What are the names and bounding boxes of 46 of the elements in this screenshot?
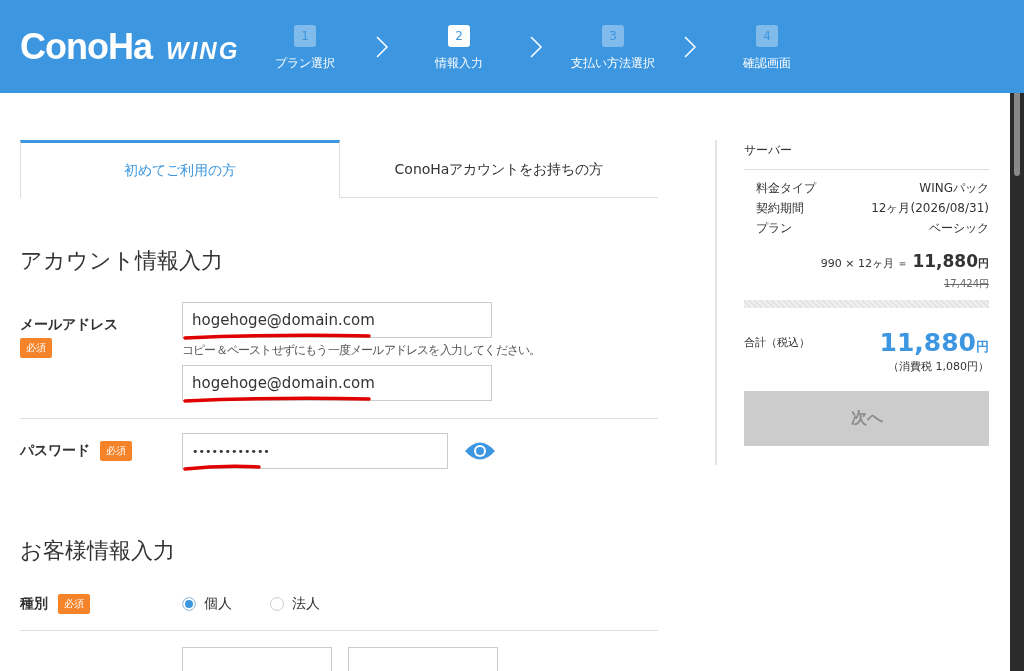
- input-field[interactable]: [348, 647, 498, 671]
- email-field[interactable]: hogehoge@domain.com: [182, 365, 492, 401]
- radio-label: 法人: [292, 595, 320, 613]
- summary-value: ベーシック: [929, 220, 989, 237]
- field-label: 種別: [20, 595, 48, 613]
- summary-label: プラン: [756, 220, 792, 237]
- step-label: 支払い方法選択: [571, 55, 655, 72]
- original-price: 17,424円: [944, 277, 989, 291]
- chevron-icon: [683, 34, 697, 59]
- currency-unit: 円: [976, 339, 989, 354]
- radio-button[interactable]: [270, 597, 284, 611]
- summary-label: 契約期間: [756, 200, 804, 217]
- step-number: 2: [448, 25, 470, 47]
- chevron-icon: [375, 34, 389, 59]
- total-amount: 11,880: [879, 328, 976, 357]
- required-tag: 必須: [58, 594, 90, 614]
- email-field[interactable]: hogehoge@domain.com: [182, 302, 492, 338]
- field-label: パスワード: [20, 442, 90, 460]
- price-formula: 990 × 12ヶ月 ＝: [820, 256, 909, 271]
- hint-text: コピー＆ペーストせずにもう一度メールアドレスを入力してください。: [182, 342, 541, 359]
- step-number: 1: [294, 25, 316, 47]
- summary-value: 12ヶ月(2026/08/31): [871, 200, 989, 217]
- step-number: 3: [602, 25, 624, 47]
- price-amount: 11,880: [912, 251, 978, 271]
- password-field[interactable]: ••••••••••••: [182, 433, 448, 469]
- field-label: メールアドレス: [20, 316, 118, 334]
- section-title: アカウント情報入力: [20, 247, 224, 275]
- chevron-icon: [529, 34, 543, 59]
- required-tag: 必須: [20, 338, 52, 358]
- summary-title: サーバー: [744, 140, 989, 170]
- section-title: お客様情報入力: [20, 537, 176, 565]
- total-label: 合計（税込）: [744, 335, 810, 350]
- step-label: 確認画面: [743, 55, 791, 72]
- radio-button[interactable]: [182, 597, 196, 611]
- tax-note: （消費税 1,080円）: [888, 359, 989, 374]
- eye-icon[interactable]: [464, 440, 496, 462]
- summary-value: WINGパック: [919, 180, 989, 197]
- step-label: 情報入力: [435, 55, 483, 72]
- product-name: WING: [166, 36, 240, 65]
- summary-label: 料金タイプ: [756, 180, 816, 197]
- required-tag: 必須: [100, 441, 132, 461]
- input-field[interactable]: [182, 647, 332, 671]
- step-number: 4: [756, 25, 778, 47]
- currency-unit: 円: [978, 257, 989, 271]
- step-label: プラン選択: [275, 55, 335, 72]
- radio-label: 個人: [204, 595, 232, 613]
